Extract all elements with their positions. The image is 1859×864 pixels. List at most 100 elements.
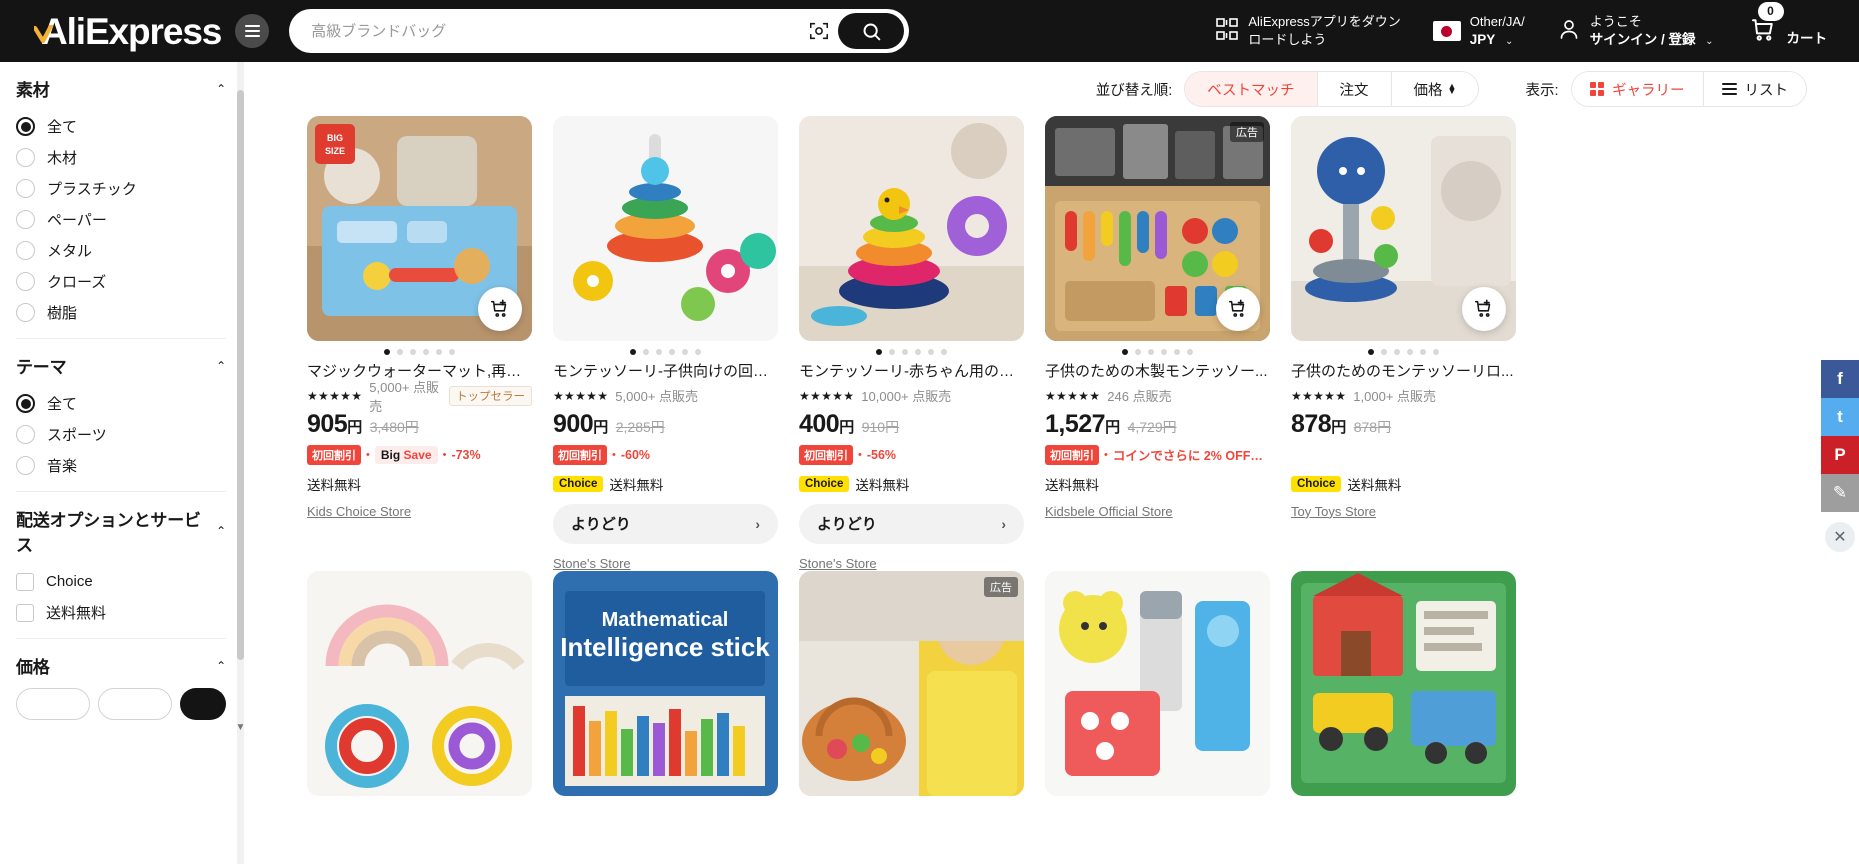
product-card[interactable]: モンテッソーリ-子供向けの回転... ★★★★★ 5,000+ 点販売 900円… xyxy=(553,116,778,571)
product-image[interactable] xyxy=(1045,570,1270,796)
radio-icon[interactable] xyxy=(16,148,35,167)
sidebar-scroll-down[interactable]: ▼ xyxy=(235,722,246,733)
image-carousel-dots[interactable] xyxy=(799,341,1024,363)
store-link[interactable]: Kids Choice Store xyxy=(307,504,532,519)
locale-selector[interactable]: Other/JA/ JPY ⌄ xyxy=(1417,7,1541,55)
bundle-deal-button[interactable]: よりどり › xyxy=(799,503,1024,544)
product-image[interactable] xyxy=(553,116,778,341)
filter-option-theme-2[interactable]: 音楽 xyxy=(16,450,226,481)
filter-group-material-header[interactable]: 素材 ⌃ xyxy=(16,76,226,101)
filter-option-material-1[interactable]: 木材 xyxy=(16,142,226,173)
view-gallery-button[interactable]: ギャラリー xyxy=(1571,72,1704,106)
filter-option-material-2[interactable]: プラスチック xyxy=(16,173,226,204)
product-card[interactable] xyxy=(1045,570,1270,796)
store-link[interactable]: Stone's Store xyxy=(799,556,1024,571)
radio-icon[interactable] xyxy=(16,303,35,322)
product-title[interactable]: 子供のための木製モンテッソー... xyxy=(1045,363,1270,382)
first-order-discount-badge: 初回割引 xyxy=(1045,444,1099,465)
product-card[interactable] xyxy=(1291,570,1516,796)
search-input[interactable] xyxy=(311,22,805,40)
product-card[interactable]: Mathematical Intelligence stick xyxy=(553,570,778,796)
product-card[interactable]: 広告 xyxy=(799,570,1024,796)
locale-currency: JPY xyxy=(1469,31,1496,47)
radio-icon[interactable] xyxy=(16,394,35,413)
filter-option-shipping-1[interactable]: 送料無料 xyxy=(16,597,226,628)
filter-option-material-5[interactable]: クローズ xyxy=(16,266,226,297)
filter-option-material-6[interactable]: 樹脂 xyxy=(16,297,226,328)
sort-orders-button[interactable]: 注文 xyxy=(1317,72,1392,106)
hamburger-icon[interactable] xyxy=(235,14,270,48)
radio-icon[interactable] xyxy=(16,210,35,229)
product-card[interactable]: BIG SIZE マジックウォーターマット,再利... ★★★★★ 5,000+… xyxy=(307,116,532,571)
twitter-share-icon[interactable]: t xyxy=(1821,398,1859,436)
filter-group-price-header[interactable]: 価格 ⌃ xyxy=(16,653,226,678)
store-link[interactable]: Toy Toys Store xyxy=(1291,504,1516,519)
product-title[interactable]: 子供のためのモンテッソーリロ... xyxy=(1291,363,1516,382)
add-to-cart-button[interactable] xyxy=(1462,287,1506,331)
product-image[interactable]: BIG SIZE xyxy=(307,116,532,341)
product-title[interactable]: モンテッソーリ-子供向けの回転... xyxy=(553,363,778,382)
close-icon[interactable]: ✕ xyxy=(1825,522,1855,552)
bundle-deal-button[interactable]: よりどり › xyxy=(553,503,778,544)
product-image[interactable] xyxy=(1291,116,1516,341)
cart-button[interactable]: 0 カート xyxy=(1730,1,1842,49)
radio-icon[interactable] xyxy=(16,117,35,136)
sold-count: 1,000+ 点販売 xyxy=(1353,389,1437,405)
image-carousel-dots[interactable] xyxy=(1291,341,1516,363)
sidebar-scrollbar-thumb[interactable] xyxy=(237,90,244,660)
sort-best-match-button[interactable]: ベストマッチ xyxy=(1185,72,1318,106)
image-carousel-dots[interactable] xyxy=(1045,341,1270,363)
first-order-discount-badge: 初回割引 xyxy=(307,444,361,465)
facebook-share-icon[interactable]: f xyxy=(1821,360,1859,398)
filter-group-theme-header[interactable]: テーマ ⌃ xyxy=(16,353,226,378)
filter-group-shipping-header[interactable]: 配送オプションとサービス ⌃ xyxy=(16,506,226,556)
product-image[interactable] xyxy=(307,570,532,796)
product-title[interactable]: モンテッソーリ-赤ちゃん用のロ... xyxy=(799,363,1024,382)
product-card[interactable] xyxy=(307,570,532,796)
price-max-input[interactable] xyxy=(98,688,172,720)
rating-stars: ★★★★★ xyxy=(307,388,363,403)
filter-option-material-4[interactable]: メタル xyxy=(16,235,226,266)
edit-share-icon[interactable]: ✎ xyxy=(1821,474,1859,512)
price-apply-button[interactable] xyxy=(180,688,226,720)
product-card[interactable]: モンテッソーリ-赤ちゃん用のロ... ★★★★★ 10,000+ 点販売 400… xyxy=(799,116,1024,571)
radio-icon[interactable] xyxy=(16,456,35,475)
product-card[interactable]: 広告 子供のための木製モンテッソー... ★★★★★ 246 点販売 1,527 xyxy=(1045,116,1270,571)
product-price: 905円 xyxy=(307,410,362,439)
checkbox-icon[interactable] xyxy=(16,603,34,622)
radio-icon[interactable] xyxy=(16,425,35,444)
product-image[interactable] xyxy=(799,116,1024,341)
price-min-input[interactable] xyxy=(16,688,90,720)
account-menu[interactable]: ようこそ サインイン / 登録 ⌄ xyxy=(1541,7,1730,55)
radio-icon[interactable] xyxy=(16,241,35,260)
add-to-cart-button[interactable] xyxy=(478,287,522,331)
aliexpress-logo[interactable]: AliExpress xyxy=(34,13,222,50)
image-carousel-dots[interactable] xyxy=(553,341,778,363)
filter-option-shipping-0[interactable]: Choice xyxy=(16,566,226,597)
radio-icon[interactable] xyxy=(16,179,35,198)
filter-option-material-3[interactable]: ペーパー xyxy=(16,204,226,235)
filter-option-theme-0[interactable]: 全て xyxy=(16,388,226,419)
product-image[interactable]: 広告 xyxy=(799,570,1024,796)
sort-price-button[interactable]: 価格 ▲ ▼ xyxy=(1391,72,1479,106)
product-image[interactable] xyxy=(1291,570,1516,796)
add-to-cart-button[interactable] xyxy=(1216,287,1260,331)
japan-flag-icon xyxy=(1432,21,1461,41)
app-download-link[interactable]: AliExpressアプリをダウン ロードしよう xyxy=(1199,7,1416,55)
store-link[interactable]: Kidsbele Official Store xyxy=(1045,504,1270,519)
store-link[interactable]: Stone's Store xyxy=(553,556,778,571)
image-carousel-dots[interactable] xyxy=(307,341,532,363)
filter-option-material-0[interactable]: 全て xyxy=(16,111,226,142)
search-button[interactable] xyxy=(838,13,905,49)
search-bar[interactable] xyxy=(289,9,910,53)
view-list-button[interactable]: リスト xyxy=(1703,72,1806,106)
product-image[interactable]: Mathematical Intelligence stick xyxy=(553,570,778,796)
price-value: 878 xyxy=(1291,409,1332,438)
camera-scan-icon[interactable] xyxy=(804,16,834,46)
product-image[interactable]: 広告 xyxy=(1045,116,1270,341)
product-card[interactable]: 子供のためのモンテッソーリロ... ★★★★★ 1,000+ 点販売 878円 … xyxy=(1291,116,1516,571)
pinterest-share-icon[interactable]: P xyxy=(1821,436,1859,474)
checkbox-icon[interactable] xyxy=(16,572,34,591)
radio-icon[interactable] xyxy=(16,272,35,291)
filter-option-theme-1[interactable]: スポーツ xyxy=(16,419,226,450)
